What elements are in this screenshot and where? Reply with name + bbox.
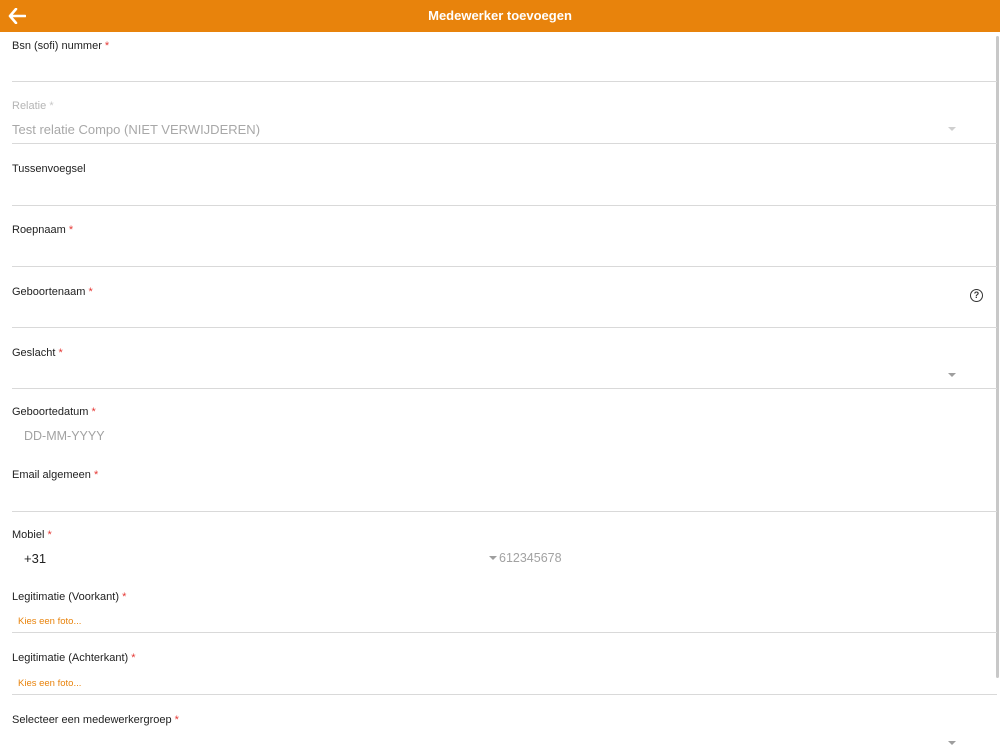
mobiel-input[interactable]: 612345678 [499, 551, 562, 565]
chevron-down-icon [948, 373, 956, 377]
mobiel-label: Mobiel * [12, 529, 52, 541]
bsn-field: Bsn (sofi) nummer * [12, 32, 997, 82]
email-field: Email algemeen * [12, 461, 997, 512]
medewerkergroep-label: Selecteer een medewerkergroep * [12, 714, 179, 726]
legitimatie-achterkant-field: Legitimatie (Achterkant) * Kies een foto… [12, 644, 997, 695]
geboortenaam-input[interactable] [12, 300, 967, 327]
mobiel-field: Mobiel * +31 612345678 [12, 521, 997, 576]
geboortedatum-field: Geboortedatum * DD-MM-YYYY [12, 398, 997, 448]
chevron-down-icon [948, 127, 956, 131]
email-input[interactable] [12, 483, 997, 511]
relatie-field: Relatie * Test relatie Compo (NIET VERWI… [12, 92, 997, 144]
chevron-down-icon [489, 556, 497, 560]
app-header: Medewerker toevoegen [0, 0, 1000, 32]
country-code-select[interactable]: +31 [24, 551, 46, 566]
medewerkergroep-field: Selecteer een medewerkergroep * [12, 706, 997, 750]
legitimatie-achterkant-label: Legitimatie (Achterkant) * [12, 652, 136, 664]
choose-photo-front-link[interactable]: Kies een foto... [18, 616, 81, 627]
relatie-label: Relatie * [12, 100, 54, 112]
tussenvoegsel-field: Tussenvoegsel [12, 155, 997, 206]
email-label: Email algemeen * [12, 469, 99, 481]
page-title: Medewerker toevoegen [428, 8, 572, 23]
tussenvoegsel-label: Tussenvoegsel [12, 163, 86, 175]
tussenvoegsel-input[interactable] [12, 177, 997, 205]
relatie-select-value[interactable]: Test relatie Compo (NIET VERWIJDEREN) [12, 122, 260, 137]
bsn-label: Bsn (sofi) nummer * [12, 40, 110, 52]
geslacht-field: Geslacht * [12, 339, 997, 389]
legitimatie-voorkant-label: Legitimatie (Voorkant) * [12, 591, 127, 603]
geboortedatum-input[interactable]: DD-MM-YYYY [24, 429, 105, 443]
roepnaam-field: Roepnaam * [12, 216, 997, 267]
bsn-input[interactable] [12, 54, 997, 81]
geboortenaam-field: Geboortenaam * ? [12, 278, 997, 328]
choose-photo-back-link[interactable]: Kies een foto... [18, 678, 81, 689]
medewerkergroep-select[interactable] [12, 728, 997, 750]
chevron-down-icon [948, 741, 956, 745]
roepnaam-input[interactable] [12, 238, 997, 266]
legitimatie-voorkant-field: Legitimatie (Voorkant) * Kies een foto..… [12, 583, 997, 633]
roepnaam-label: Roepnaam * [12, 224, 74, 236]
geboortedatum-label: Geboortedatum * [12, 406, 96, 418]
geboortenaam-label: Geboortenaam * [12, 286, 93, 298]
help-icon[interactable]: ? [970, 289, 983, 302]
geslacht-label: Geslacht * [12, 347, 63, 359]
geslacht-select[interactable] [12, 361, 997, 388]
